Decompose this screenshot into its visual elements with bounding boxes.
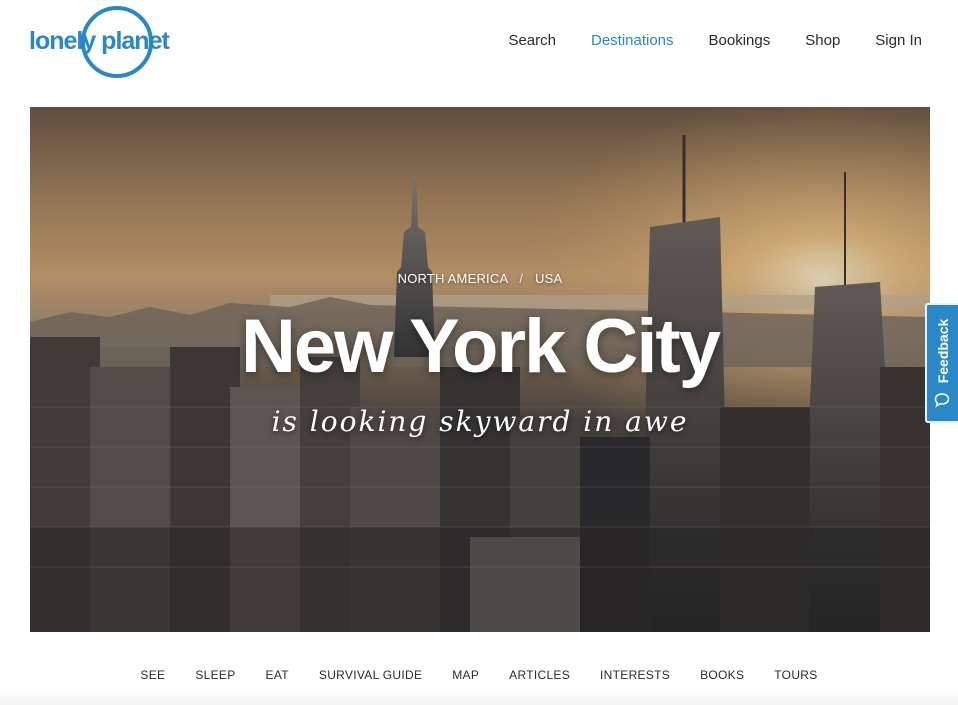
subnav-sleep[interactable]: SLEEP [195, 668, 235, 682]
nav-bookings[interactable]: Bookings [709, 32, 771, 49]
feedback-tab[interactable]: Feedback [925, 303, 958, 423]
main-nav: Search Destinations Bookings Shop Sign I… [508, 32, 922, 49]
lonely-planet-logo[interactable]: lonely planet [29, 5, 181, 79]
logo-text: lonely planet [29, 27, 170, 55]
nav-destinations[interactable]: Destinations [591, 32, 674, 49]
feedback-label: Feedback [934, 318, 951, 384]
destination-subnav: SEE SLEEP EAT SURVIVAL GUIDE MAP ARTICLE… [0, 668, 958, 682]
hero-image: NORTH AMERICA / USA New York City is loo… [30, 107, 930, 632]
breadcrumb: NORTH AMERICA / USA [30, 271, 930, 286]
subnav-map[interactable]: MAP [452, 668, 479, 682]
subnav-see[interactable]: SEE [140, 668, 165, 682]
hero-tagline: is looking skyward in awe [271, 405, 689, 438]
subnav-interests[interactable]: INTERESTS [600, 668, 670, 682]
subnav-tours[interactable]: TOURS [774, 668, 817, 682]
subnav-books[interactable]: BOOKS [700, 668, 744, 682]
breadcrumb-north-america[interactable]: NORTH AMERICA [398, 271, 508, 286]
subnav-eat[interactable]: EAT [266, 668, 289, 682]
subnav-survival-guide[interactable]: SURVIVAL GUIDE [319, 668, 422, 682]
speech-bubble-icon [934, 392, 950, 413]
nav-sign-in[interactable]: Sign In [875, 32, 922, 49]
breadcrumb-usa[interactable]: USA [535, 271, 562, 286]
subnav-shadow [0, 690, 958, 705]
breadcrumb-separator: / [519, 271, 524, 286]
page-title: New York City [240, 304, 721, 389]
nav-search[interactable]: Search [508, 32, 556, 49]
subnav-articles[interactable]: ARTICLES [509, 668, 570, 682]
nav-shop[interactable]: Shop [805, 32, 840, 49]
